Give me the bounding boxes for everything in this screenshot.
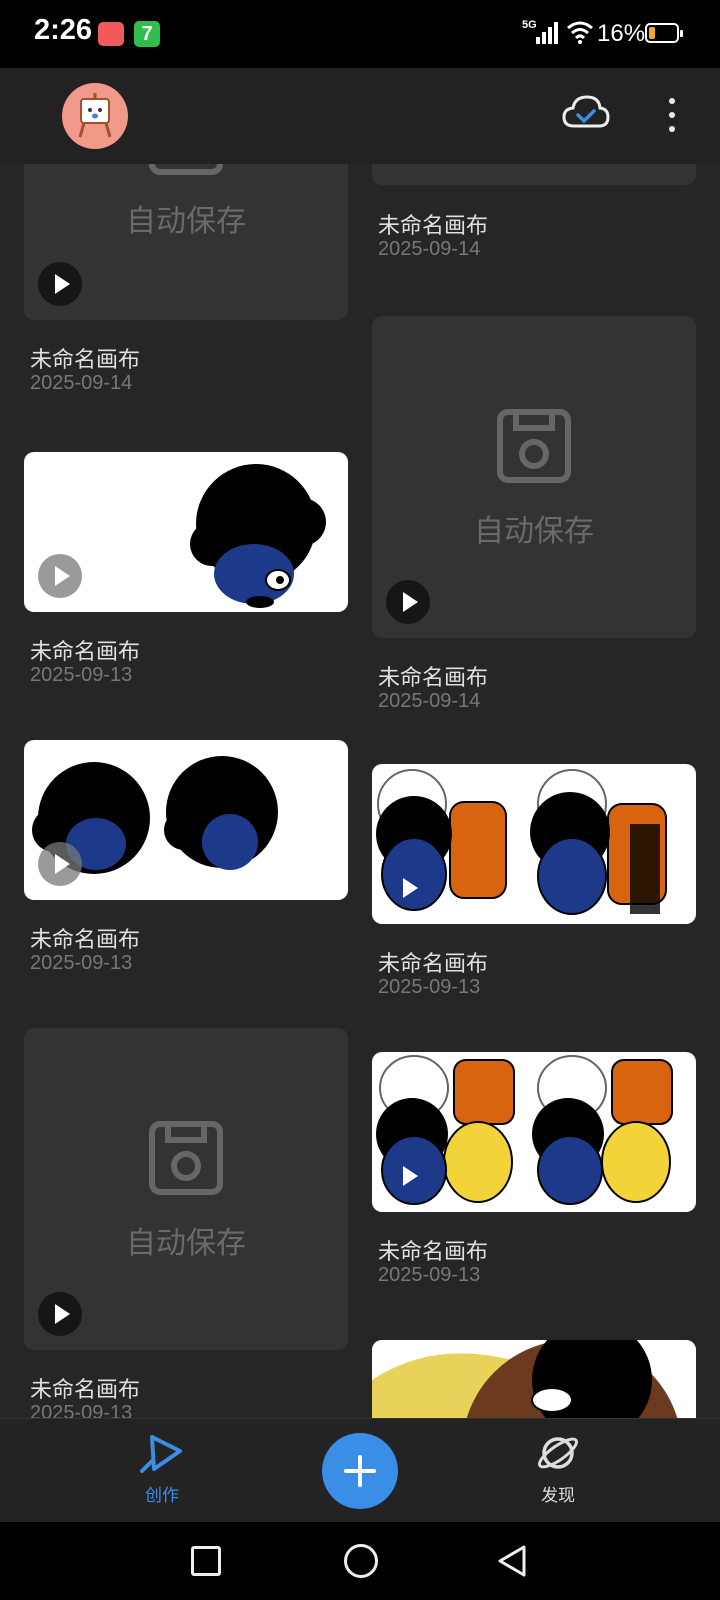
canvas-date: 2025-09-14	[378, 238, 481, 260]
autosave-label: 自动保存	[474, 514, 594, 549]
nav-discover-label: 发现	[541, 1486, 575, 1506]
nav-discover[interactable]: 发现	[528, 1433, 588, 1506]
wifi-icon	[567, 21, 593, 44]
canvas-card[interactable]	[372, 1340, 696, 1418]
canvas-thumbnail[interactable]	[24, 452, 348, 612]
play-button[interactable]	[386, 866, 430, 910]
avatar[interactable]	[62, 83, 128, 149]
cloud-sync-icon[interactable]	[562, 94, 610, 130]
floppy-disk-icon	[149, 164, 223, 175]
play-button[interactable]	[386, 1154, 430, 1198]
floppy-disk-icon	[497, 409, 571, 483]
canvas-thumbnail[interactable]	[372, 1052, 696, 1212]
canvas-card[interactable]: 未命名画布 2025-09-14	[372, 164, 696, 260]
bottom-nav: 创作 发现	[0, 1418, 720, 1522]
play-button[interactable]	[38, 262, 82, 306]
autosave-label: 自动保存	[126, 204, 246, 239]
canvas-card[interactable]: 自动保存 未命名画布 2025-09-13	[24, 1028, 348, 1418]
network-type: 5G	[522, 19, 537, 31]
play-button[interactable]	[386, 580, 430, 624]
canvas-title: 未命名画布	[378, 952, 489, 977]
status-bar: 2:26 7 5G 16%	[0, 0, 720, 68]
play-button[interactable]	[38, 1292, 82, 1336]
more-vertical-icon[interactable]	[660, 98, 684, 138]
canvas-title: 未命名画布	[378, 1240, 489, 1265]
canvas-card[interactable]: 未命名画布 2025-09-13	[372, 1052, 696, 1286]
canvas-title: 未命名画布	[30, 640, 141, 665]
canvas-date: 2025-09-13	[30, 1402, 133, 1418]
home-button[interactable]	[344, 1544, 378, 1578]
canvas-card[interactable]: 自动保存 未命名画布 2025-09-14	[372, 316, 696, 712]
nav-create[interactable]: 创作	[132, 1433, 192, 1506]
canvas-card[interactable]: 未命名画布 2025-09-13	[372, 764, 696, 998]
easel-icon	[78, 93, 112, 138]
planet-icon	[538, 1437, 578, 1469]
drawing-preview	[372, 1340, 696, 1418]
canvas-date: 2025-09-14	[30, 372, 133, 394]
canvas-card[interactable]: 未命名画布 2025-09-13	[24, 452, 348, 686]
canvas-title: 未命名画布	[30, 928, 141, 953]
canvas-date: 2025-09-13	[378, 1264, 481, 1286]
floppy-disk-icon	[149, 1121, 223, 1195]
recent-apps-button[interactable]	[191, 1546, 221, 1576]
canvas-date: 2025-09-14	[378, 690, 481, 712]
battery-percent: 16%	[597, 20, 646, 47]
canvas-date: 2025-09-13	[30, 664, 133, 686]
play-button[interactable]	[38, 554, 82, 598]
add-canvas-button[interactable]	[322, 1433, 398, 1509]
app-header	[0, 68, 720, 164]
canvas-title: 未命名画布	[30, 348, 141, 373]
app-notification-icon: 7	[134, 21, 160, 47]
system-nav-bar	[0, 1522, 720, 1600]
play-button[interactable]	[38, 842, 82, 886]
autosave-label: 自动保存	[126, 1226, 246, 1261]
canvas-grid: 自动保存 未命名画布 2025-09-14 未命名画布 2025-09-14 未…	[0, 164, 720, 1418]
canvas-date: 2025-09-13	[30, 952, 133, 974]
canvas-thumbnail[interactable]	[372, 1340, 696, 1418]
canvas-thumbnail[interactable]	[372, 764, 696, 924]
canvas-thumbnail[interactable]	[24, 740, 348, 900]
back-button[interactable]	[496, 1544, 530, 1578]
canvas-thumbnail[interactable]: 自动保存	[24, 1028, 348, 1350]
canvas-thumbnail[interactable]: 自动保存	[24, 164, 348, 320]
canvas-card[interactable]: 自动保存 未命名画布 2025-09-14	[24, 164, 348, 394]
canvas-title: 未命名画布	[378, 214, 489, 239]
canvas-title: 未命名画布	[378, 666, 489, 691]
canvas-card[interactable]: 未命名画布 2025-09-13	[24, 740, 348, 974]
battery-icon	[645, 23, 683, 43]
pen-create-icon	[140, 1435, 182, 1473]
canvas-thumbnail[interactable]: 自动保存	[372, 316, 696, 638]
nav-create-label: 创作	[145, 1486, 179, 1506]
canvas-thumbnail[interactable]	[372, 164, 696, 185]
canvas-title: 未命名画布	[30, 1378, 141, 1403]
status-time: 2:26	[34, 14, 93, 46]
canvas-date: 2025-09-13	[378, 976, 481, 998]
cell-signal-icon	[536, 22, 558, 44]
shopping-notification-icon	[98, 22, 124, 46]
